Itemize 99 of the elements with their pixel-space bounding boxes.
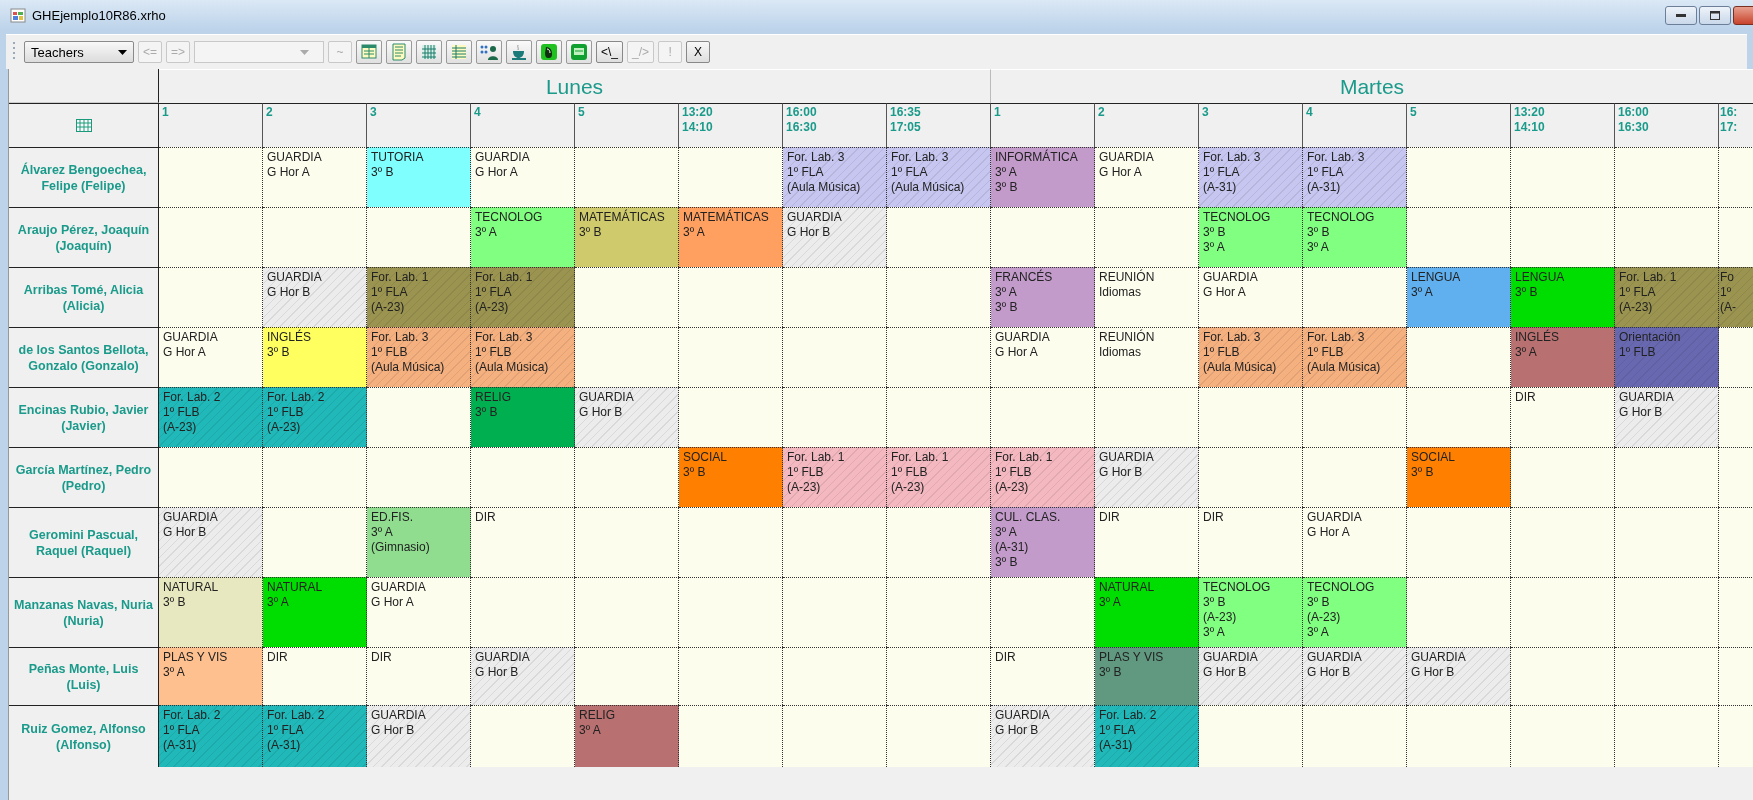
lesson-cell[interactable]: GUARDIA G Hor B — [1199, 647, 1303, 705]
lesson-cell[interactable]: NATURAL 3º A — [263, 577, 367, 647]
grid-icon — [450, 43, 469, 61]
lesson-cell[interactable]: GUARDIA G Hor B — [575, 387, 679, 447]
minimize-icon — [1676, 13, 1686, 17]
lesson-cell[interactable]: For. Lab. 1 1º FLB (A-23) — [991, 447, 1095, 507]
lesson-cell[interactable]: LENGUA 3º B — [1511, 267, 1615, 327]
toolbar-button[interactable]: X — [686, 41, 711, 63]
lesson-cell[interactable]: TECNOLOG 3º B 3º A — [1199, 207, 1303, 267]
maximize-icon — [1710, 10, 1720, 20]
lesson-cell[interactable]: DIR — [1199, 507, 1303, 577]
lesson-cell[interactable]: DIR — [1511, 387, 1615, 447]
lesson-cell[interactable]: GUARDIA G Hor B — [367, 705, 471, 767]
lesson-cell[interactable]: For. Lab. 3 1º FLB (Aula Música) — [1303, 327, 1407, 387]
lesson-cell[interactable]: TECNOLOG 3º A — [471, 207, 575, 267]
lesson-cell[interactable]: RELIG 3º B — [471, 387, 575, 447]
lesson-cell[interactable]: For. Lab. 1 1º FLA (A-23) — [1615, 267, 1719, 327]
table-icon — [360, 43, 379, 61]
tile-icon — [540, 43, 559, 61]
caret-icon — [300, 49, 310, 55]
lesson-cell[interactable]: For. Lab. 3 1º FLA (Aula Música) — [887, 147, 991, 207]
lesson-cell[interactable]: DIR — [991, 647, 1095, 705]
lesson-cell[interactable]: GUARDIA G Hor B — [263, 267, 367, 327]
lesson-cell[interactable]: GUARDIA G Hor A — [263, 147, 367, 207]
lesson-cell[interactable]: INFORMÁTICA 3º A 3º B — [991, 147, 1095, 207]
lesson-cell[interactable]: PLAS Y VIS 3º A — [159, 647, 263, 705]
lesson-cell[interactable]: SOCIAL 3º B — [1407, 447, 1511, 507]
lesson-cell[interactable]: For. Lab. 2 1º FLA (A-31) — [263, 705, 367, 767]
maximize-button[interactable] — [1699, 5, 1731, 25]
lesson-cell[interactable]: RELIG 3º A — [575, 705, 679, 767]
lesson-cell[interactable]: INGLÉS 3º A — [1511, 327, 1615, 387]
lesson-cell[interactable]: For. Lab. 1 1º FLA (A-23) — [471, 267, 575, 327]
lesson-cell[interactable]: For. Lab. 3 1º FLA (Aula Música) — [783, 147, 887, 207]
lesson-cell[interactable]: TECNOLOG 3º B (A-23) 3º A — [1199, 577, 1303, 647]
lesson-cell[interactable]: GUARDIA G Hor A — [159, 327, 263, 387]
lesson-cell[interactable]: PLAS Y VIS 3º B — [1095, 647, 1199, 705]
view-select[interactable]: Teachers — [24, 41, 134, 63]
lesson-cell[interactable]: For. Lab. 2 1º FLB (A-23) — [159, 387, 263, 447]
lesson-cell[interactable]: GUARDIA G Hor B — [1303, 647, 1407, 705]
lesson-cell[interactable]: GUARDIA G Hor B — [991, 705, 1095, 767]
lesson-cell[interactable]: For. Lab. 1 1º FLB (A-23) — [887, 447, 991, 507]
lesson-cell[interactable]: For. Lab. 1 1º FLA (A-23) — [367, 267, 471, 327]
grid-icon — [420, 43, 439, 61]
lesson-cell[interactable]: GUARDIA G Hor A — [991, 327, 1095, 387]
lesson-cell[interactable]: GUARDIA G Hor A — [1199, 267, 1303, 327]
lesson-cell[interactable]: NATURAL 3º A — [1095, 577, 1199, 647]
close-button[interactable] — [1733, 5, 1753, 25]
lesson-cell[interactable]: Fo 1º (A- — [1719, 267, 1753, 327]
lesson-cell[interactable]: For. Lab. 3 1º FLA (A-31) — [1303, 147, 1407, 207]
lesson-cell[interactable]: TECNOLOG 3º B 3º A — [1303, 207, 1407, 267]
lesson-cell[interactable]: GUARDIA G Hor B — [159, 507, 263, 577]
lesson-cell[interactable]: INGLÉS 3º B — [263, 327, 367, 387]
minimize-button[interactable] — [1665, 5, 1697, 25]
lesson-cell[interactable]: DIR — [367, 647, 471, 705]
lesson-cell[interactable]: FRANCÉS 3º A 3º B — [991, 267, 1095, 327]
lesson-cell[interactable]: For. Lab. 3 1º FLB (Aula Música) — [367, 327, 471, 387]
document-icon — [390, 43, 409, 61]
toolbar-icon-button[interactable] — [476, 40, 503, 64]
lesson-cell[interactable]: GUARDIA G Hor B — [1615, 387, 1719, 447]
lesson-cell[interactable]: For. Lab. 3 1º FLB (Aula Música) — [1199, 327, 1303, 387]
lesson-cell[interactable]: REUNIÓN Idiomas — [1095, 267, 1199, 327]
toolbar-button[interactable]: <\_ — [596, 41, 624, 63]
lesson-cell[interactable]: GUARDIA G Hor A — [367, 577, 471, 647]
app-icon — [10, 7, 26, 23]
lesson-cell[interactable]: NATURAL 3º B — [159, 577, 263, 647]
lesson-cell[interactable]: DIR — [471, 507, 575, 577]
lesson-cell[interactable]: LENGUA 3º A — [1407, 267, 1511, 327]
lesson-cell[interactable]: For. Lab. 1 1º FLB (A-23) — [783, 447, 887, 507]
lesson-cell[interactable]: For. Lab. 3 1º FLB (Aula Música) — [471, 327, 575, 387]
lesson-cell[interactable]: DIR — [1095, 507, 1199, 577]
lesson-cell[interactable]: For. Lab. 2 1º FLA (A-31) — [1095, 705, 1199, 767]
lesson-cell[interactable]: GUARDIA G Hor A — [471, 147, 575, 207]
day-header: Lunes — [159, 69, 991, 103]
lesson-cell[interactable]: TECNOLOG 3º B (A-23) 3º A — [1303, 577, 1407, 647]
lesson-cell[interactable]: GUARDIA G Hor B — [471, 647, 575, 705]
lesson-cell[interactable]: For. Lab. 2 1º FLA (A-31) — [159, 705, 263, 767]
lesson-cell[interactable]: GUARDIA G Hor A — [1303, 507, 1407, 577]
lesson-cell[interactable]: GUARDIA G Hor A — [1095, 147, 1199, 207]
lesson-cell[interactable]: ED.FIS. 3º A (Gimnasio) — [367, 507, 471, 577]
lesson-cell[interactable]: GUARDIA G Hor B — [1407, 647, 1511, 705]
lesson-cell[interactable]: DIR — [263, 647, 367, 705]
lesson-cell[interactable]: REUNIÓN Idiomas — [1095, 327, 1199, 387]
caret-icon — [118, 49, 127, 55]
lesson-cell[interactable]: GUARDIA G Hor B — [1095, 447, 1199, 507]
lesson-cell[interactable]: MATEMÁTICAS 3º B — [575, 207, 679, 267]
day-header: Martes — [991, 69, 1753, 103]
lesson-cell[interactable]: GUARDIA G Hor B — [783, 207, 887, 267]
toolbar-icon-button[interactable] — [536, 40, 563, 64]
lesson-cell[interactable]: For. Lab. 3 1º FLA (A-31) — [1199, 147, 1303, 207]
grid-icon[interactable] — [75, 119, 92, 132]
lesson-cell[interactable]: SOCIAL 3º B — [679, 447, 783, 507]
screen-icon — [570, 43, 589, 61]
lesson-cell[interactable]: MATEMÁTICAS 3º A — [679, 207, 783, 267]
cup-icon — [510, 43, 529, 61]
window-title: GHEjemplo10R86.xrho — [32, 7, 167, 23]
lesson-cell[interactable]: For. Lab. 2 1º FLB (A-23) — [263, 387, 367, 447]
lesson-cell[interactable]: CUL. CLAS. 3º A (A-31) 3º B — [991, 507, 1095, 577]
people-icon — [479, 43, 500, 61]
lesson-cell[interactable]: TUTORIA 3º B — [367, 147, 471, 207]
